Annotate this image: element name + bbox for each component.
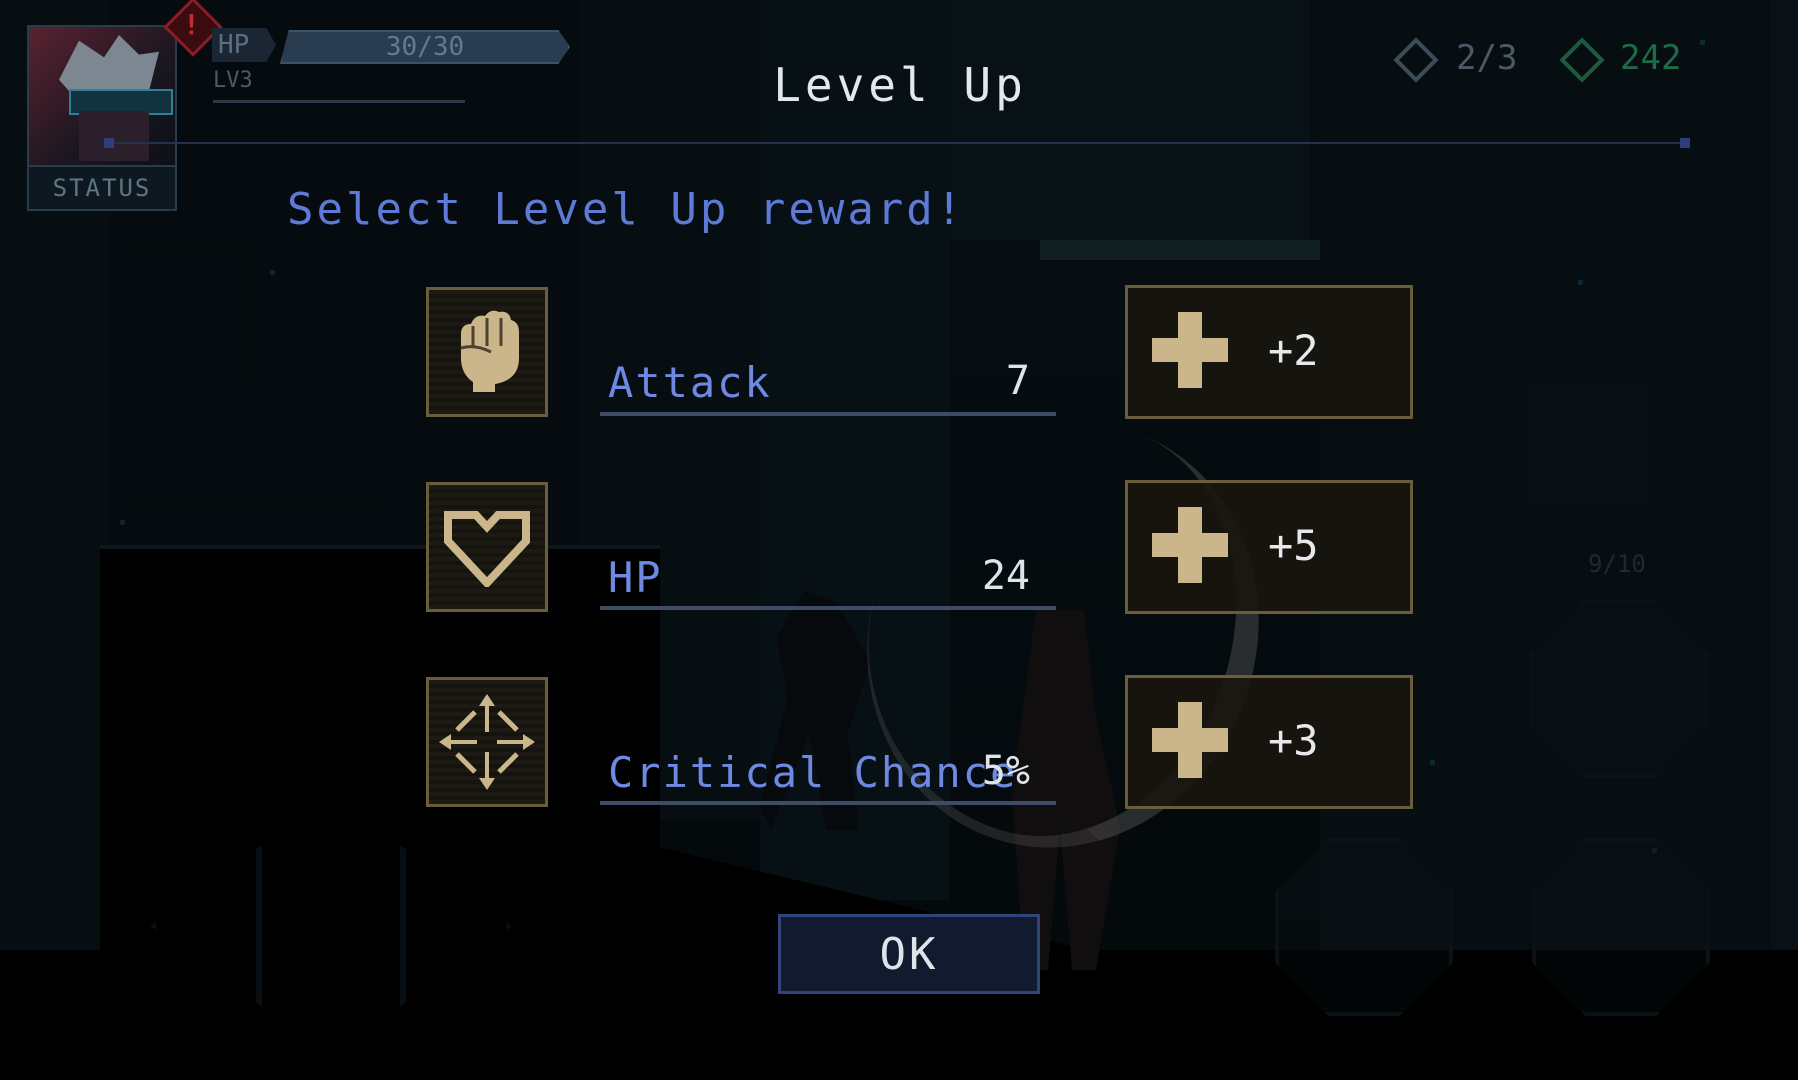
stat-name-hp: HP <box>608 553 663 602</box>
hp-label: HP <box>212 28 276 62</box>
hp-bar: 30/30 <box>280 30 570 64</box>
xp-bar <box>213 100 465 103</box>
add-critical-chance-button[interactable]: +3 <box>1125 675 1413 809</box>
level-label: LV3 <box>213 68 253 93</box>
ok-button[interactable]: OK <box>778 914 1040 994</box>
fist-icon <box>426 287 548 417</box>
stat-value-attack: 7 <box>1005 358 1030 404</box>
plus-icon <box>1152 312 1228 388</box>
credit-counter: 242 <box>1620 38 1682 78</box>
alert-mark: ! <box>183 8 200 41</box>
portrait-face <box>79 111 149 161</box>
plus-icon <box>1152 702 1228 778</box>
plus-icon <box>1152 507 1228 583</box>
dialog-subtitle: Select Level Up reward! <box>287 184 966 235</box>
critical-chance-bonus: +3 <box>1268 716 1319 765</box>
status-button[interactable]: STATUS <box>27 165 177 211</box>
title-divider <box>104 138 1690 148</box>
add-attack-button[interactable]: +2 <box>1125 285 1413 419</box>
key-counter: 2/3 <box>1456 38 1518 78</box>
stat-value-hp: 24 <box>981 553 1030 599</box>
hp-bonus: +5 <box>1268 521 1319 570</box>
heart-icon <box>426 482 548 612</box>
add-hp-button[interactable]: +5 <box>1125 480 1413 614</box>
crosshair-icon <box>426 677 548 807</box>
stat-value-critical-chance: 5% <box>981 748 1030 794</box>
stat-underline <box>600 801 1056 805</box>
player-portrait[interactable] <box>27 25 177 167</box>
attack-bonus: +2 <box>1268 326 1319 375</box>
dialog-title: Level Up <box>773 58 1027 112</box>
stat-name-attack: Attack <box>608 358 772 407</box>
stat-underline <box>600 606 1056 610</box>
portrait-hair <box>59 35 159 91</box>
stat-underline <box>600 412 1056 416</box>
